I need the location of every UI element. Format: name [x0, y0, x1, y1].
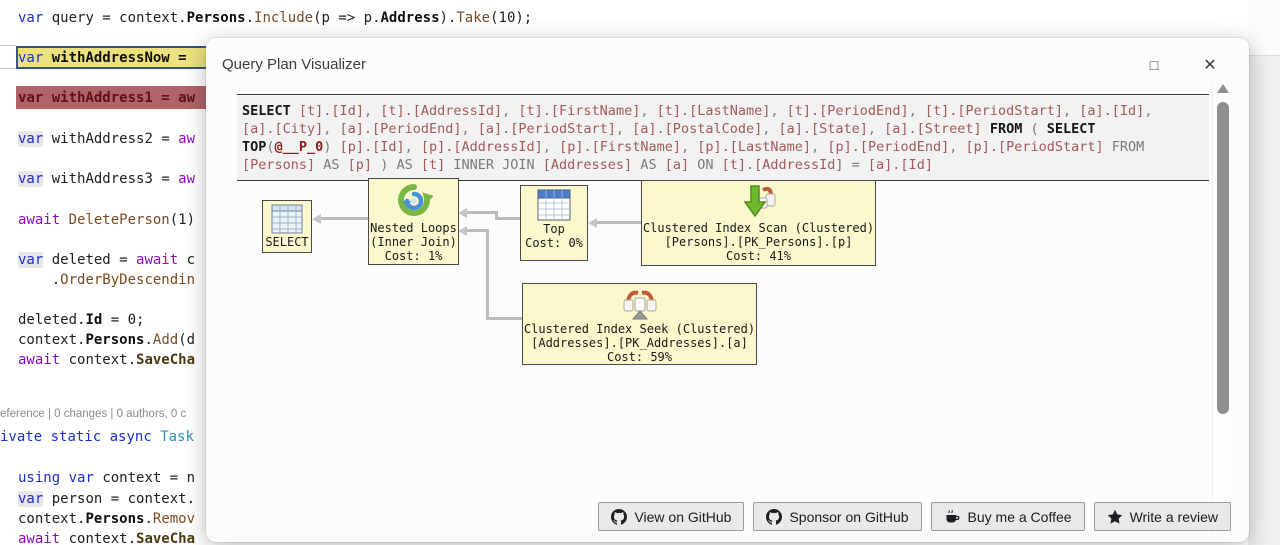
- node-label: Clustered Index Seek (Clustered): [523, 322, 756, 336]
- button-label: Sponsor on GitHub: [789, 508, 909, 525]
- edge: [495, 217, 520, 220]
- button-label: Buy me a Coffee: [967, 508, 1072, 525]
- node-object: [Persons].[PK_Persons].[p]: [664, 235, 853, 249]
- edge-arrow: [458, 207, 467, 218]
- index-scan-icon: [743, 185, 775, 218]
- plan-node-clustered-index-seek[interactable]: Clustered Index Seek (Clustered) [Addres…: [522, 283, 757, 365]
- plan-node-top[interactable]: Top Cost: 0%: [520, 185, 588, 261]
- edge: [597, 221, 641, 224]
- sql-line: [a].[City], [a].[PeriodEnd], [a].[Period…: [242, 120, 1096, 137]
- sql-line: TOP(@__P_0) [p].[Id], [p].[AddressId], […: [242, 138, 1145, 155]
- node-label: Top: [543, 222, 565, 236]
- code-line: var query = context.Persons.Include(p =>…: [18, 10, 533, 26]
- query-plan-visualizer-dialog: Query Plan Visualizer □ ✕ SELECT [t].[Id…: [206, 38, 1249, 542]
- github-icon: [766, 508, 783, 525]
- nested-loops-icon: [397, 184, 433, 216]
- screen: var query = context.Persons.Include(p =>…: [0, 0, 1280, 545]
- github-icon: [611, 508, 628, 525]
- code-line: context.Persons.Remov: [18, 511, 196, 527]
- code-line: var person = context.: [18, 491, 196, 507]
- button-label: View on GitHub: [634, 508, 732, 525]
- node-cost: Cost: 0%: [525, 236, 583, 250]
- sponsor-on-github-button[interactable]: Sponsor on GitHub: [753, 502, 922, 531]
- node-label: (Inner Join): [370, 235, 457, 249]
- background: [1248, 0, 1280, 55]
- code-line: await context.SaveCha: [18, 531, 196, 545]
- write-a-review-button[interactable]: Write a review: [1093, 502, 1231, 531]
- gutter-mark: [0, 45, 16, 46]
- close-button[interactable]: ✕: [1198, 53, 1222, 77]
- edge: [467, 211, 498, 214]
- code-line: var withAddressNow =: [18, 50, 196, 66]
- plan-node-clustered-index-scan[interactable]: Clustered Index Scan (Clustered) [Person…: [641, 180, 876, 266]
- code-line: await context.SaveCha: [18, 352, 196, 368]
- edge-arrow: [458, 225, 467, 236]
- sql-query-text: SELECT [t].[Id], [t].[AddressId], [t].[F…: [237, 95, 1209, 180]
- edge: [486, 229, 489, 320]
- node-label: SELECT: [265, 235, 309, 249]
- node-cost: Cost: 59%: [606, 350, 673, 364]
- sql-line: [Persons] AS [p] ) AS [t] INNER JOIN [Ad…: [242, 156, 933, 173]
- scrollbar[interactable]: [1212, 82, 1232, 534]
- background: [1248, 55, 1280, 545]
- top-table-icon: [537, 189, 571, 221]
- plan-node-select[interactable]: SELECT: [262, 200, 312, 253]
- codelens-info[interactable]: eference | 0 changes | 0 authors, 0 c: [0, 408, 186, 420]
- coffee-cup-icon: [946, 509, 960, 522]
- code-line: .OrderByDescendin: [18, 272, 196, 288]
- node-label: Nested Loops: [370, 221, 457, 235]
- code-line: deleted.Id = 0;: [18, 312, 145, 328]
- code-line: ivate static async Task: [0, 429, 194, 445]
- star-icon: [1107, 509, 1122, 524]
- edge-arrow: [588, 217, 597, 228]
- button-label: Write a review: [1129, 508, 1218, 525]
- code-line: using var context = n: [18, 470, 196, 486]
- code-line: var withAddress2 = aw: [18, 131, 196, 147]
- dialog-title: Query Plan Visualizer: [222, 56, 366, 73]
- scroll-up-button[interactable]: [1217, 84, 1229, 93]
- code-line: var withAddress1 = aw: [18, 90, 196, 106]
- node-cost: Cost: 41%: [725, 249, 792, 263]
- edge-arrow: [312, 213, 321, 224]
- result-table-icon: [271, 204, 303, 234]
- node-cost: Cost: 1%: [384, 249, 443, 263]
- edge: [486, 317, 522, 320]
- code-line: var deleted = await c: [18, 252, 196, 268]
- plan-node-nested-loops[interactable]: Nested Loops (Inner Join) Cost: 1%: [368, 178, 459, 265]
- edge: [321, 217, 368, 220]
- buy-me-a-coffee-button[interactable]: Buy me a Coffee: [930, 502, 1085, 531]
- scrollbar-thumb[interactable]: [1217, 102, 1229, 414]
- code-line: context.Persons.Add(d: [18, 332, 196, 348]
- footer-button-row: View on GitHub Sponsor on GitHub Buy me …: [598, 502, 1231, 531]
- code-line: var withAddress3 = aw: [18, 171, 196, 187]
- node-object: [Addresses].[PK_Addresses].[a]: [531, 336, 748, 350]
- sql-line: SELECT [t].[Id], [t].[AddressId], [t].[F…: [242, 102, 1153, 119]
- view-on-github-button[interactable]: View on GitHub: [598, 502, 745, 531]
- gutter-mark: [0, 68, 16, 69]
- node-label: Clustered Index Scan (Clustered): [642, 221, 875, 235]
- index-seek-icon: [623, 290, 656, 320]
- code-line: await DeletePerson(1): [18, 212, 196, 228]
- maximize-button[interactable]: □: [1142, 53, 1166, 77]
